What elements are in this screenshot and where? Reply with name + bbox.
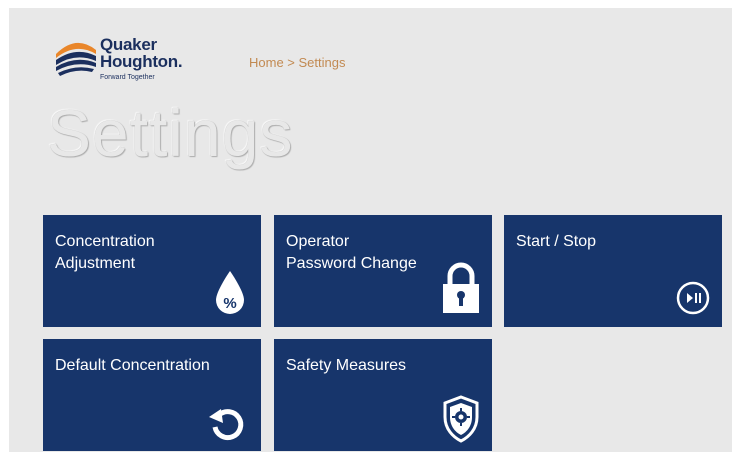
breadcrumb[interactable]: Home > Settings — [249, 55, 345, 70]
percent-drop-icon: % — [216, 271, 244, 314]
tile-label: Default Concentration — [55, 357, 210, 374]
tile-concentration-adjustment[interactable]: Concentration Adjustment % — [43, 215, 261, 327]
reset-icon — [209, 409, 244, 441]
brand-tagline: Forward Together — [100, 74, 155, 81]
svg-text:%: % — [223, 295, 236, 312]
play-pause-icon — [676, 281, 710, 315]
quaker-houghton-logo: Quaker Houghton. Forward Together — [54, 36, 204, 96]
padlock-icon — [443, 262, 479, 313]
tile-label: Safety Measures — [286, 357, 407, 374]
tile-safety-measures[interactable]: Safety Measures — [274, 339, 492, 451]
brand-name-line2: Houghton. — [100, 52, 183, 71]
tile-default-concentration[interactable]: Default Concentration — [43, 339, 261, 451]
tile-operator-password-change[interactable]: Operator Password Change — [274, 215, 492, 327]
tile-label: Start / Stop — [516, 233, 597, 250]
brand-name-line1: Quaker — [100, 35, 157, 54]
logo-mark-icon — [56, 42, 96, 76]
tile-start-stop[interactable]: Start / Stop — [504, 215, 722, 327]
settings-screen: Quaker Houghton. Forward Together Home >… — [9, 8, 732, 452]
page-title: Settings — [47, 96, 294, 170]
shield-icon — [443, 395, 479, 443]
